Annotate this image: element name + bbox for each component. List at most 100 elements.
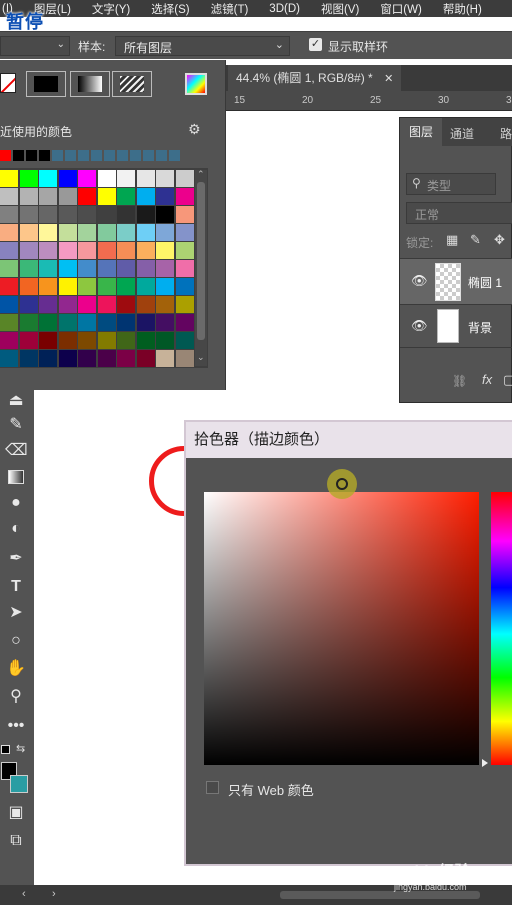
color-swatch[interactable]: [156, 314, 174, 331]
color-swatch[interactable]: [156, 350, 174, 367]
color-swatch[interactable]: [78, 170, 96, 187]
color-swatch[interactable]: [0, 332, 18, 349]
color-swatch[interactable]: [0, 206, 18, 223]
gear-icon[interactable]: ⚙: [188, 121, 201, 138]
color-swatch[interactable]: [19, 206, 38, 223]
color-swatch[interactable]: [97, 206, 116, 223]
color-swatch[interactable]: [39, 170, 57, 187]
color-swatch[interactable]: [97, 242, 116, 259]
layer-row[interactable]: 👁 椭圆 1: [400, 258, 512, 304]
color-swatch[interactable]: [39, 314, 57, 331]
color-swatch[interactable]: [78, 314, 96, 331]
color-swatch[interactable]: [136, 170, 155, 187]
color-swatch[interactable]: [136, 296, 155, 313]
color-swatch[interactable]: [156, 278, 174, 295]
color-swatch[interactable]: [78, 278, 96, 295]
color-swatch[interactable]: [97, 188, 116, 205]
color-swatch[interactable]: [117, 278, 135, 295]
color-swatch[interactable]: [136, 206, 155, 223]
color-swatch[interactable]: [97, 224, 116, 241]
tab-layers[interactable]: 图层: [400, 118, 442, 146]
menu-item[interactable]: 3D(D): [269, 3, 300, 15]
color-swatch[interactable]: [117, 170, 135, 187]
color-swatch[interactable]: [78, 206, 96, 223]
color-swatch[interactable]: [78, 296, 96, 313]
color-swatch[interactable]: [0, 188, 18, 205]
color-swatch[interactable]: [175, 296, 194, 313]
color-swatch[interactable]: [58, 296, 77, 313]
gradient-tool-icon[interactable]: [5, 466, 27, 488]
layer-row[interactable]: 👁 背景: [400, 304, 512, 348]
color-swatch[interactable]: [175, 206, 194, 223]
color-swatch[interactable]: [175, 242, 194, 259]
stamp-tool-icon[interactable]: ⏏: [5, 390, 27, 412]
color-swatch[interactable]: [97, 332, 116, 349]
recent-color-swatch[interactable]: [130, 150, 141, 161]
screen-mode-icon[interactable]: ⧉: [5, 830, 27, 852]
color-swatch[interactable]: [58, 206, 77, 223]
mask-icon[interactable]: ▢: [503, 372, 512, 388]
swatch-scrollbar[interactable]: ⌃ ⌄: [195, 169, 207, 366]
color-swatch[interactable]: [0, 296, 18, 313]
color-swatch[interactable]: [117, 242, 135, 259]
blur-tool-icon[interactable]: ●: [5, 492, 27, 514]
color-swatch[interactable]: [19, 260, 38, 277]
color-swatch[interactable]: [78, 260, 96, 277]
color-picker-icon[interactable]: [185, 73, 207, 95]
lock-brush-icon[interactable]: ✎: [470, 232, 481, 248]
default-colors-icon[interactable]: [1, 745, 10, 754]
color-swatch[interactable]: [0, 278, 18, 295]
tab-channels[interactable]: 通道: [450, 125, 474, 142]
color-swatch[interactable]: [19, 242, 38, 259]
color-cursor[interactable]: [327, 469, 357, 499]
color-swatch[interactable]: [97, 170, 116, 187]
swatch-solid-icon[interactable]: [26, 71, 66, 97]
color-swatch[interactable]: [58, 260, 77, 277]
color-swatch[interactable]: [136, 278, 155, 295]
color-swatch[interactable]: [175, 224, 194, 241]
color-swatch[interactable]: [156, 332, 174, 349]
color-swatch[interactable]: [156, 188, 174, 205]
color-swatch[interactable]: [136, 188, 155, 205]
recent-color-swatch[interactable]: [78, 150, 89, 161]
color-swatch[interactable]: [136, 260, 155, 277]
color-swatch[interactable]: [175, 188, 194, 205]
color-swatch[interactable]: [156, 206, 174, 223]
hand-tool-icon[interactable]: ✋: [5, 658, 27, 680]
color-swatch[interactable]: [58, 170, 77, 187]
color-swatch[interactable]: [39, 332, 57, 349]
color-swatch[interactable]: [97, 296, 116, 313]
color-swatch[interactable]: [78, 242, 96, 259]
color-swatch[interactable]: [97, 314, 116, 331]
color-swatch[interactable]: [97, 350, 116, 367]
color-swatch[interactable]: [58, 332, 77, 349]
color-swatch[interactable]: [136, 314, 155, 331]
color-swatch[interactable]: [175, 170, 194, 187]
blend-mode-dropdown[interactable]: 正常: [406, 202, 512, 224]
color-swatch[interactable]: [117, 260, 135, 277]
more-tools-icon[interactable]: •••: [5, 715, 27, 737]
color-swatch[interactable]: [175, 332, 194, 349]
color-swatch[interactable]: [58, 314, 77, 331]
color-swatch[interactable]: [0, 242, 18, 259]
color-swatch[interactable]: [78, 224, 96, 241]
eraser-tool-icon[interactable]: ⌫: [5, 440, 28, 462]
tool-preset-dropdown[interactable]: ⌄: [0, 36, 70, 56]
ellipse-tool-icon[interactable]: ○: [5, 630, 27, 652]
chevron-right-icon[interactable]: ›: [52, 888, 56, 900]
show-ring-checkbox[interactable]: ✓: [309, 38, 322, 51]
color-swatch[interactable]: [58, 224, 77, 241]
color-swatch[interactable]: [136, 332, 155, 349]
eye-icon[interactable]: 👁: [411, 273, 428, 289]
color-swatch[interactable]: [39, 260, 57, 277]
zoom-tool-icon[interactable]: ⚲: [5, 686, 27, 708]
color-swatch[interactable]: [156, 224, 174, 241]
color-swatch[interactable]: [39, 206, 57, 223]
menu-item[interactable]: 视图(V): [321, 1, 359, 17]
history-brush-icon[interactable]: ✎: [5, 414, 27, 436]
color-swatch[interactable]: [0, 224, 18, 241]
color-swatch[interactable]: [39, 278, 57, 295]
color-swatch[interactable]: [117, 296, 135, 313]
recent-color-swatch[interactable]: [91, 150, 102, 161]
color-swatch[interactable]: [58, 188, 77, 205]
